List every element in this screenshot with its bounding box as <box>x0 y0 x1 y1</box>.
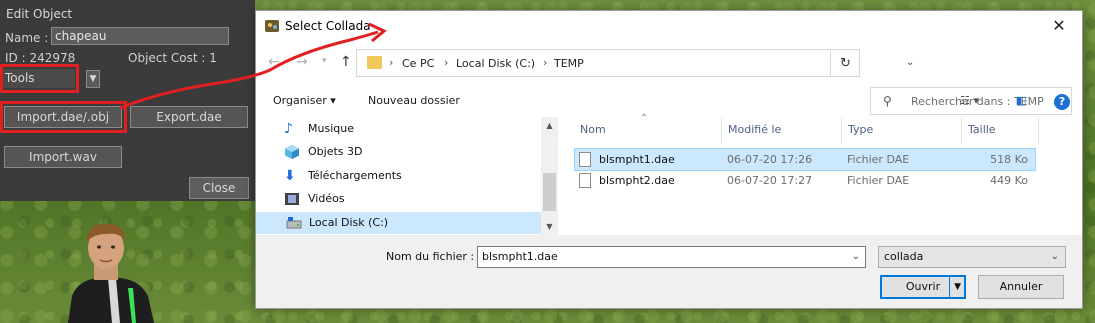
file-type: Fichier DAE <box>847 174 910 187</box>
nav-item-label: Téléchargements <box>308 169 402 182</box>
file-size: 449 Ko <box>990 174 1028 187</box>
nav-item-label: Objets 3D <box>308 145 363 158</box>
open-button[interactable]: Ouvrir ▼ <box>880 275 966 299</box>
download-icon: ⬇ <box>284 168 296 184</box>
split-divider <box>949 277 950 297</box>
nav-item-videos[interactable]: Vidéos <box>284 188 544 210</box>
address-dropdown-icon[interactable]: ⌄ <box>906 57 914 68</box>
avatar-figure <box>68 223 154 323</box>
navigation-row: ← → ▾ ↑ › Ce PC › Local Disk (C:) › TEMP… <box>256 49 1082 115</box>
panel-title: Edit Object <box>6 7 73 21</box>
tools-highlight-box <box>0 64 79 93</box>
close-button[interactable]: Close <box>189 177 249 199</box>
dialog-title: Select Collada <box>285 19 371 33</box>
chevron-down-icon: ⌄ <box>1050 251 1059 262</box>
filename-input[interactable]: blsmpht1.dae ⌄ <box>477 246 866 268</box>
music-icon: ♪ <box>284 121 293 137</box>
scroll-up-icon[interactable]: ▲ <box>541 117 558 134</box>
filetype-select[interactable]: collada ⌄ <box>878 246 1066 268</box>
dialog-titlebar: Select Collada ✕ <box>256 11 1082 41</box>
file-row[interactable]: blsmpht1.dae 06-07-20 17:26 Fichier DAE … <box>574 148 1036 171</box>
file-type: Fichier DAE <box>847 153 910 166</box>
edit-object-panel: Edit Object Name : ID : 242978 Object Co… <box>0 0 255 201</box>
cube-icon <box>285 145 299 159</box>
name-input[interactable] <box>51 27 229 45</box>
view-options-icon[interactable]: ☷ ▾ <box>960 94 979 107</box>
object-cost-text: Object Cost : 1 <box>128 51 217 65</box>
filetype-value: collada <box>884 250 924 263</box>
export-dae-button[interactable]: Export.dae <box>130 106 248 128</box>
new-folder-button[interactable]: Nouveau dossier <box>368 94 460 107</box>
back-arrow-icon[interactable]: ← <box>268 54 280 70</box>
cancel-button[interactable]: Annuler <box>978 275 1064 299</box>
up-arrow-icon[interactable]: ↑ <box>340 54 352 70</box>
address-bar[interactable]: › Ce PC › Local Disk (C:) › TEMP ⌄ <box>356 49 914 77</box>
navigation-pane: ♪ Musique Objets 3D ⬇ Téléchargements Vi… <box>256 117 558 235</box>
preview-pane-icon[interactable]: ◧ <box>1016 94 1026 107</box>
app-icon <box>265 20 279 32</box>
folder-icon <box>367 56 382 69</box>
nav-item-label: Local Disk (C:) <box>309 216 389 229</box>
column-divider[interactable] <box>1038 117 1039 144</box>
file-icon <box>579 152 591 167</box>
column-divider[interactable] <box>841 117 842 144</box>
nav-item-objets-3d[interactable]: Objets 3D <box>284 141 544 163</box>
nav-item-label: Vidéos <box>308 192 345 205</box>
dialog-toolbar: Organiser ▾ Nouveau dossier ☷ ▾ ◧ ? <box>256 90 1082 114</box>
nav-item-musique[interactable]: ♪ Musique <box>284 118 544 140</box>
file-name: blsmpht1.dae <box>599 153 675 166</box>
column-header-modified[interactable]: Modifié le <box>728 123 781 136</box>
help-icon[interactable]: ? <box>1054 94 1070 110</box>
column-header-name[interactable]: Nom <box>580 123 606 136</box>
file-name: blsmpht2.dae <box>599 174 675 187</box>
column-header-type[interactable]: Type <box>848 123 873 136</box>
file-icon <box>579 173 591 188</box>
name-label: Name : <box>5 31 49 45</box>
close-icon[interactable]: ✕ <box>1036 11 1082 41</box>
refresh-icon[interactable]: ↻ <box>830 51 860 77</box>
breadcrumb-separator: › <box>444 56 449 69</box>
breadcrumb-temp[interactable]: TEMP <box>554 57 584 70</box>
filename-label: Nom du fichier : <box>386 250 475 263</box>
filename-value: blsmpht1.dae <box>482 250 558 263</box>
scrollbar-thumb[interactable] <box>543 173 556 211</box>
breadcrumb-separator: › <box>389 56 394 69</box>
file-size: 518 Ko <box>990 153 1028 166</box>
import-wav-button[interactable]: Import.wav <box>4 146 122 168</box>
select-collada-dialog: Select Collada ✕ ← → ▾ ↑ › Ce PC › Local… <box>255 10 1083 309</box>
recent-chevron-icon[interactable]: ▾ <box>322 56 327 66</box>
open-dropdown-icon[interactable]: ▼ <box>954 277 961 297</box>
nav-item-local-disk[interactable]: Local Disk (C:) <box>256 212 542 234</box>
file-list: Nom ⌃ Modifié le Type Taille blsmpht1.da… <box>568 113 1076 235</box>
drive-icon <box>286 217 302 229</box>
column-header-size[interactable]: Taille <box>968 123 996 136</box>
import-highlight-box <box>0 101 127 133</box>
breadcrumb-local-disk[interactable]: Local Disk (C:) <box>456 57 535 70</box>
forward-arrow-icon[interactable]: → <box>296 54 308 70</box>
file-modified: 06-07-20 17:27 <box>727 174 813 187</box>
column-divider[interactable] <box>961 117 962 144</box>
breadcrumb-ce-pc[interactable]: Ce PC <box>402 57 434 70</box>
sort-chevron-icon: ⌃ <box>640 113 649 124</box>
scroll-down-icon[interactable]: ▼ <box>541 218 558 235</box>
chevron-down-icon[interactable]: ⌄ <box>852 251 860 262</box>
nav-item-telechargements[interactable]: ⬇ Téléchargements <box>284 165 544 187</box>
organize-menu[interactable]: Organiser ▾ <box>273 94 336 107</box>
column-divider[interactable] <box>721 117 722 144</box>
file-row[interactable]: blsmpht2.dae 06-07-20 17:27 Fichier DAE … <box>575 170 1035 191</box>
breadcrumb-separator: › <box>543 56 548 69</box>
video-icon <box>285 193 299 205</box>
dialog-footer: Nom du fichier : blsmpht1.dae ⌄ collada … <box>256 235 1082 308</box>
object-id-text: ID : 242978 <box>5 51 76 65</box>
organize-label: Organiser <box>273 94 327 107</box>
open-label: Ouvrir <box>905 280 941 293</box>
nav-pane-scrollbar[interactable]: ▲ ▼ <box>541 117 558 235</box>
nav-item-label: Musique <box>308 122 354 135</box>
file-modified: 06-07-20 17:26 <box>727 153 813 166</box>
tools-dropdown-button[interactable]: ▼ <box>86 70 100 88</box>
